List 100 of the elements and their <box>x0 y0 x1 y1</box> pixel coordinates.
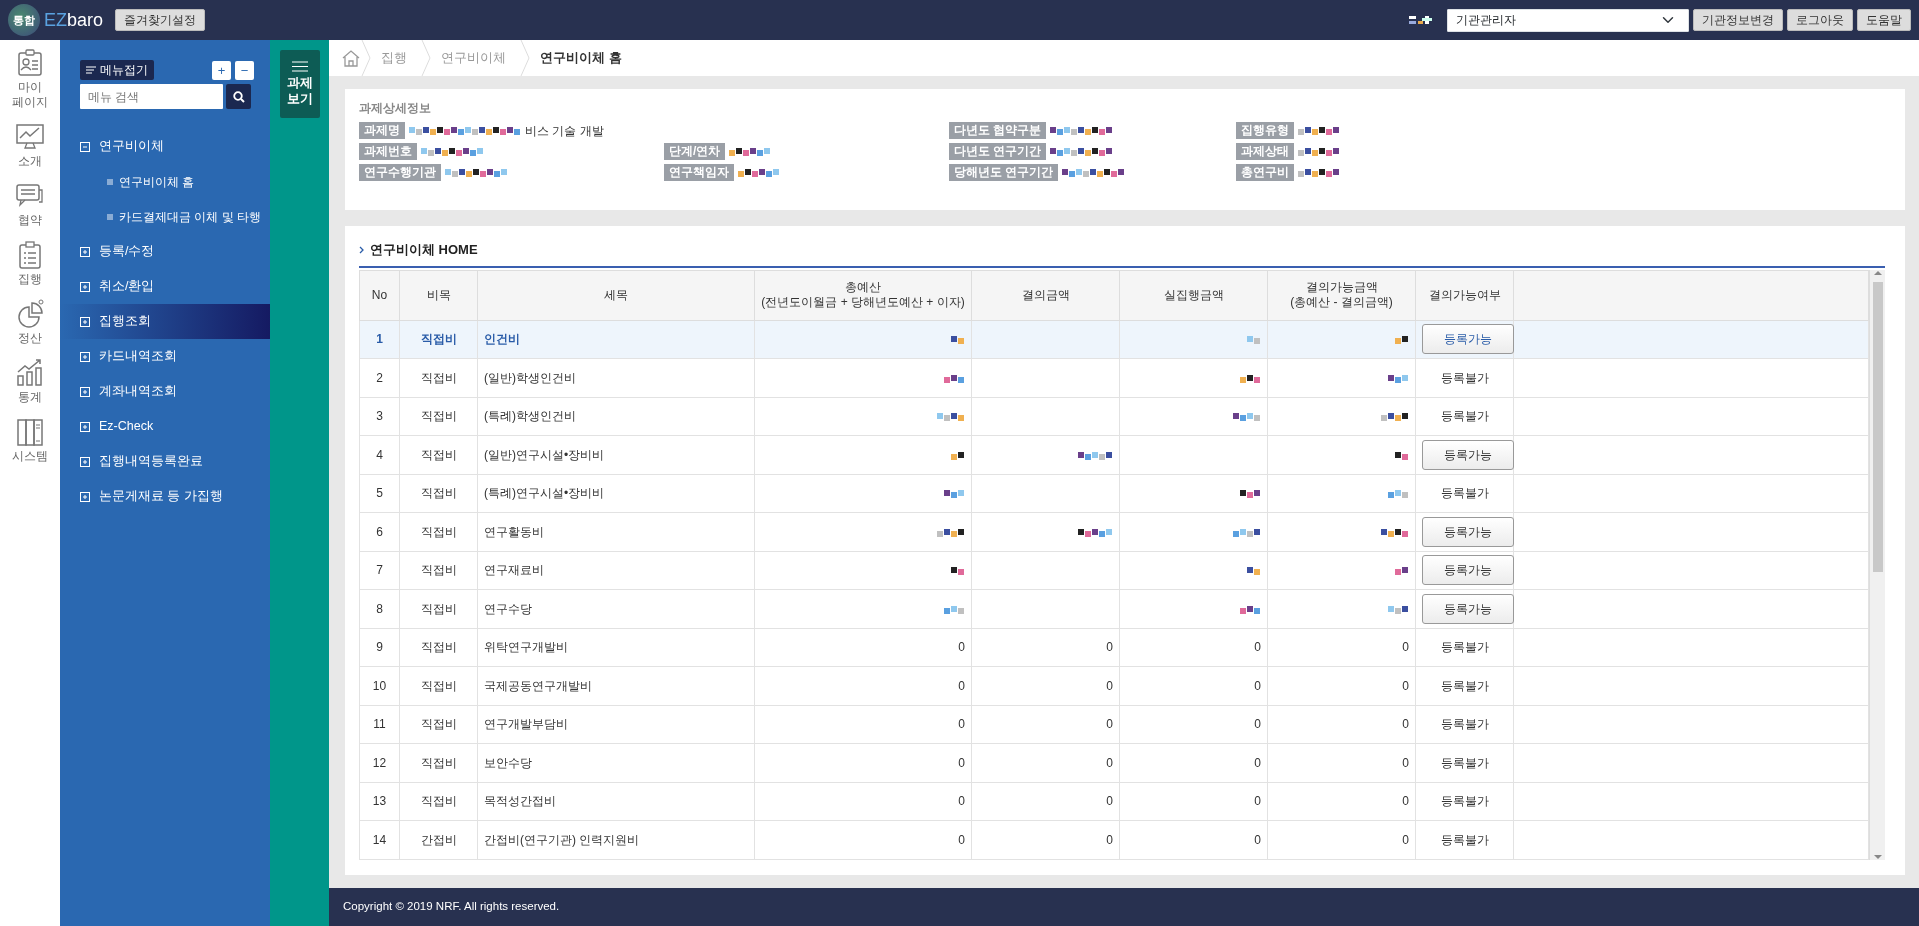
table-row[interactable]: 13 직접비 목적성간접비 0 0 0 0 등록불가 <box>359 782 1869 821</box>
profile-icon[interactable] <box>15 48 45 78</box>
menu-item[interactable]: 카드내역조회 <box>60 339 270 374</box>
status-text: 등록불가 <box>1440 486 1489 501</box>
table-cell: 0 <box>1267 705 1416 744</box>
table-row[interactable]: 1 직접비 인건비 등록가능 <box>359 320 1869 359</box>
table-cell: 0 <box>971 628 1120 667</box>
table-row[interactable]: 4 직접비 (일반)연구시설•장비비 등록가능 <box>359 435 1869 474</box>
table-cell: 12 <box>359 743 400 782</box>
submenu-item[interactable]: 연구비이체 홈 <box>60 164 270 199</box>
table-row[interactable]: 2 직접비 (일반)학생인건비 등록불가 <box>359 358 1869 397</box>
collapse-all-button[interactable]: − <box>235 60 254 80</box>
table-cell: 직접비 <box>399 512 478 551</box>
register-button[interactable]: 등록가능 <box>1422 439 1514 470</box>
search-icon <box>232 90 245 103</box>
menu-search-field[interactable]: 메뉴 검색 <box>80 84 223 109</box>
table-cell: 직접비 <box>399 705 478 744</box>
table-row[interactable]: 6 직접비 연구활동비 등록가능 <box>359 512 1869 551</box>
header-button[interactable]: 로그아웃 <box>1787 9 1853 31</box>
table-row[interactable]: 8 직접비 연구수당 등록가능 <box>359 589 1869 628</box>
table-row[interactable]: 10 직접비 국제공동연구개발비 0 0 0 0 등록불가 <box>359 666 1869 705</box>
logo-badge: 통합 <box>8 4 40 36</box>
table-cell: 직접비 <box>399 782 478 821</box>
status-text: 등록불가 <box>1440 832 1489 847</box>
register-button[interactable]: 등록가능 <box>1422 555 1514 586</box>
table-cell: 9 <box>359 628 400 667</box>
table-row[interactable]: 9 직접비 위탁연구개발비 0 0 0 0 등록불가 <box>359 628 1869 667</box>
table-cell: 직접비 <box>399 628 478 667</box>
status-text: 등록불가 <box>1440 409 1489 424</box>
rail-label[interactable]: 시스템 <box>12 449 48 464</box>
task-view-button[interactable]: 과제 보기 <box>279 50 320 118</box>
field-label: 다년도 협약구분 <box>949 122 1047 139</box>
rail-label[interactable]: 통계 <box>12 390 48 405</box>
table-cell: 3 <box>359 397 400 436</box>
bar-chart-icon[interactable] <box>15 358 45 388</box>
pie-chart-icon[interactable] <box>15 299 45 329</box>
scroll-up-icon[interactable] <box>1873 269 1882 276</box>
header-button[interactable]: 기관정보변경 <box>1693 9 1783 31</box>
scroll-down-icon[interactable] <box>1873 853 1882 860</box>
table-cell: 8 <box>359 589 400 628</box>
rail-label[interactable]: 소개 <box>12 154 48 169</box>
menu-item[interactable]: 취소/환입 <box>60 269 270 304</box>
role-select[interactable]: 기관관리자 <box>1447 8 1689 32</box>
table-cell: (일반)연구시설•장비비 <box>477 435 755 474</box>
table-cell: 0 <box>754 743 972 782</box>
register-button[interactable]: 등록가능 <box>1422 593 1514 624</box>
column-header: 결의금액 <box>971 270 1120 320</box>
menu-item[interactable]: Ez-Check <box>60 409 270 444</box>
table-row[interactable]: 5 직접비 (특례)연구시설•장비비 등록불가 <box>359 474 1869 513</box>
status-text: 등록불가 <box>1440 794 1489 809</box>
binder-icon[interactable] <box>15 417 45 447</box>
table-row[interactable]: 14 간접비 간접비(연구기관) 인력지원비 0 0 0 0 등록불가 <box>359 820 1869 859</box>
table-cell: 간접비 <box>399 820 478 859</box>
table-cell: 0 <box>1267 820 1416 859</box>
rail-label[interactable]: 협약 <box>12 213 48 228</box>
breadcrumb-current: 연구비이체 홈 <box>539 49 623 68</box>
table-cell: 직접비 <box>399 743 478 782</box>
chart-monitor-icon[interactable] <box>15 122 45 152</box>
rail-label[interactable]: 집행 <box>12 272 48 287</box>
register-button[interactable]: 등록가능 <box>1422 324 1514 355</box>
table-cell: (특례)학생인건비 <box>477 397 755 436</box>
rail-label[interactable]: 마이 페이지 <box>12 80 48 110</box>
register-button[interactable]: 등록가능 <box>1422 516 1514 547</box>
table-cell: 0 <box>1267 743 1416 782</box>
menu-item[interactable]: 연구비이체 <box>60 129 270 164</box>
expand-all-button[interactable]: + <box>212 60 231 80</box>
table-cell: 직접비 <box>399 474 478 513</box>
table-row[interactable]: 11 직접비 연구개발부담비 0 0 0 0 등록불가 <box>359 705 1869 744</box>
search-button[interactable] <box>226 84 251 109</box>
collapse-menu-button[interactable]: 메뉴접기 <box>80 60 154 80</box>
table-row[interactable]: 12 직접비 보안수당 0 0 0 0 등록불가 <box>359 743 1869 782</box>
rail-label[interactable]: 정산 <box>12 331 48 346</box>
section-title: 연구비이체 HOME <box>370 241 478 259</box>
table-cell: 국제공동연구개발비 <box>477 666 755 705</box>
table-cell: 연구수당 <box>477 589 755 628</box>
table-cell: 직접비 <box>399 397 478 436</box>
field-value: 비스 기술 개발 <box>525 122 604 140</box>
table-cell: 0 <box>1119 782 1268 821</box>
header-button[interactable]: 도움말 <box>1857 9 1911 31</box>
field-label: 연구수행기관 <box>359 164 441 181</box>
column-header: No <box>359 270 400 320</box>
field-label: 과제번호 <box>359 143 417 160</box>
table-cell: 0 <box>754 666 972 705</box>
table-cell: 0 <box>971 782 1120 821</box>
table-row[interactable]: 3 직접비 (특례)학생인건비 등록불가 <box>359 397 1869 436</box>
menu-item[interactable]: 계좌내역조회 <box>60 374 270 409</box>
menu-item[interactable]: 등록/수정 <box>60 234 270 269</box>
table-row[interactable]: 7 직접비 연구재료비 등록가능 <box>359 551 1869 590</box>
table-cell: 0 <box>1119 743 1268 782</box>
home-icon[interactable] <box>341 49 361 67</box>
column-header: 세목 <box>477 270 755 320</box>
scrollbar[interactable] <box>1869 269 1885 860</box>
table-cell: (특례)연구시설•장비비 <box>477 474 755 513</box>
menu-item[interactable]: 논문게재료 등 가집행 <box>60 479 270 514</box>
menu-item[interactable]: 집행내역등록완료 <box>60 444 270 479</box>
table-cell: 0 <box>1267 628 1416 667</box>
scroll-thumb[interactable] <box>1872 281 1883 572</box>
submenu-item[interactable]: 카드결제대금 이체 및 타행 <box>60 199 270 234</box>
favorites-button[interactable]: 즐겨찾기설정 <box>115 9 206 31</box>
field-label: 총연구비 <box>1236 164 1294 181</box>
